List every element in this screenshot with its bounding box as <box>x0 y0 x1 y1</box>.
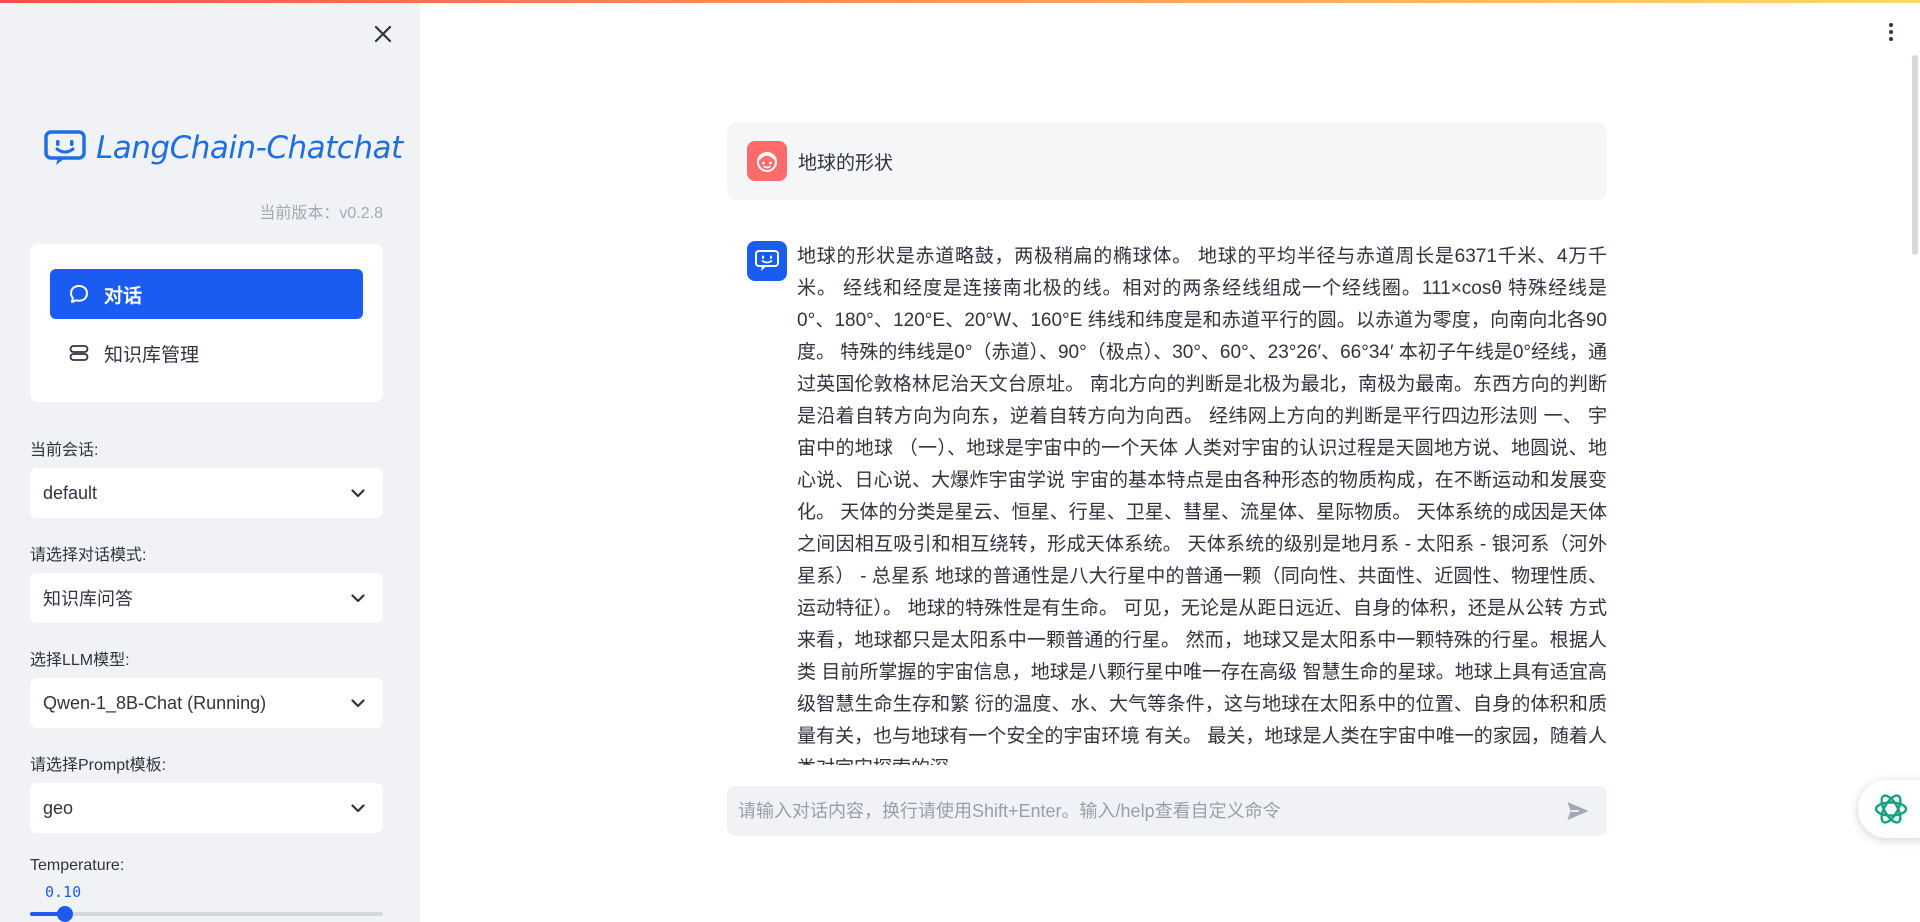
chat-input-box <box>727 786 1607 836</box>
session-select[interactable]: default <box>30 468 383 518</box>
send-button[interactable] <box>1563 796 1593 826</box>
user-message: 地球的形状 <box>727 122 1607 200</box>
chevron-down-icon <box>351 803 365 812</box>
session-label: 当前会话: <box>30 442 99 459</box>
prompt-label: 请选择Prompt模板: <box>30 757 167 774</box>
mode-select-value: 知识库问答 <box>43 589 133 609</box>
openai-logo-icon <box>1874 794 1908 824</box>
user-message-text: 地球的形状 <box>798 152 894 174</box>
logo-text: LangChain-Chatchat <box>96 130 403 166</box>
chat-bubble-icon <box>70 285 88 303</box>
send-icon <box>1567 802 1589 820</box>
prompt-template-select-value: geo <box>43 797 74 818</box>
navigation-menu: 对话 知识库管理 <box>30 244 383 402</box>
chat-input[interactable] <box>738 800 1563 822</box>
sidebar: LangChain-Chatchat 当前版本：v0.2.8 对话 知识库管理 … <box>0 0 420 922</box>
temperature-slider[interactable] <box>30 906 383 922</box>
assistant-message-text: 地球的形状是赤道略鼓，两极稍扁的椭球体。 地球的平均半径与赤道周长是6371千米… <box>797 246 1607 765</box>
scrollbar[interactable] <box>1912 55 1918 255</box>
menu-item-chat-label: 对话 <box>104 285 143 307</box>
user-face-icon <box>757 152 777 172</box>
close-sidebar-button[interactable] <box>369 20 397 48</box>
prompt-template-select[interactable]: geo <box>30 783 383 833</box>
menu-item-knowledge-base-label: 知识库管理 <box>104 344 200 366</box>
temperature-slider-thumb[interactable] <box>57 906 74 922</box>
assistant-avatar <box>747 241 787 281</box>
menu-item-knowledge-base[interactable]: 知识库管理 <box>50 328 363 378</box>
menu-item-chat[interactable]: 对话 <box>50 269 363 319</box>
chevron-down-icon <box>351 488 365 497</box>
close-icon <box>374 25 392 43</box>
mode-label: 请选择对话模式: <box>30 547 147 564</box>
chevron-down-icon <box>351 698 365 707</box>
main-menu-button[interactable] <box>1880 18 1902 46</box>
more-dots-icon <box>1889 23 1893 27</box>
chevron-down-icon <box>351 593 365 602</box>
chatbot-icon <box>755 250 779 271</box>
llm-model-select[interactable]: Qwen-1_8B-Chat (Running) <box>30 678 383 728</box>
temperature-label: Temperature: <box>30 857 125 874</box>
assistant-float-button[interactable] <box>1858 780 1920 838</box>
llm-model-select-value: Qwen-1_8B-Chat (Running) <box>43 692 267 713</box>
temperature-value: 0.10 <box>45 883 82 901</box>
app-logo: LangChain-Chatchat <box>44 130 403 166</box>
session-select-value: default <box>43 482 98 503</box>
chatbot-logo-icon <box>44 130 86 165</box>
llm-label: 选择LLM模型: <box>30 652 130 669</box>
user-avatar <box>747 141 787 181</box>
database-icon <box>69 345 89 361</box>
version-label: 当前版本：v0.2.8 <box>259 205 383 222</box>
top-decoration-bar <box>0 0 1920 3</box>
mode-select[interactable]: 知识库问答 <box>30 573 383 623</box>
